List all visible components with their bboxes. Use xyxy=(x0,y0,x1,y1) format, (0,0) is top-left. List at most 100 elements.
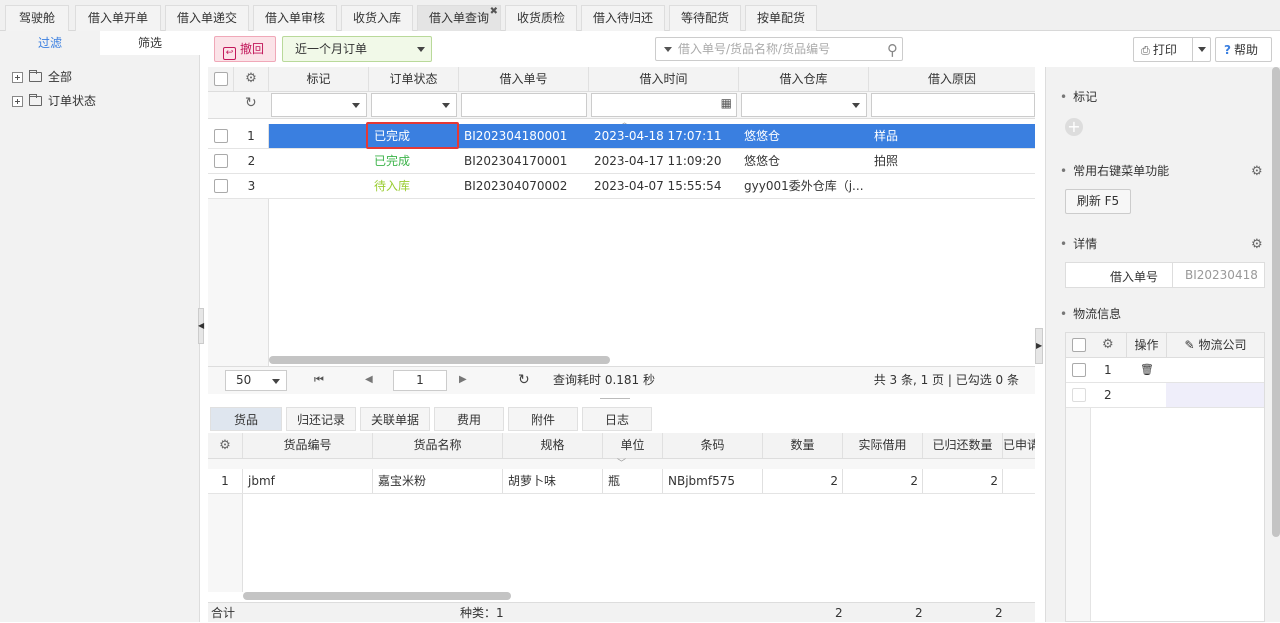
splitter-handle[interactable] xyxy=(600,393,630,399)
table-row[interactable]: 3 待入库 BI202304070002 2023-04-07 15:55:54… xyxy=(208,174,1035,199)
tab-borrow-review[interactable]: 借入单审核 xyxy=(253,5,337,31)
period-select[interactable]: 近一个月订单 xyxy=(282,36,432,62)
next-page-icon[interactable]: ▶ xyxy=(459,367,467,393)
column-header-actual[interactable]: 实际借用 xyxy=(843,433,923,458)
collapse-right-handle[interactable]: ▶ xyxy=(1035,328,1043,364)
row-checkbox[interactable] xyxy=(214,179,228,193)
tab-receive[interactable]: 收货入库 xyxy=(341,5,413,31)
expand-icon[interactable] xyxy=(12,71,23,83)
filter-order-no[interactable] xyxy=(461,93,587,117)
row-checkbox[interactable] xyxy=(214,154,228,168)
tab-screen[interactable]: 筛选 xyxy=(100,31,200,55)
tab-cockpit[interactable]: 驾驶舱 xyxy=(5,5,69,31)
reload-icon[interactable]: ↻ xyxy=(518,367,530,393)
column-header-code[interactable]: 货品编号 xyxy=(243,433,373,458)
help-button[interactable]: ? 帮助 xyxy=(1215,37,1272,62)
filter-panel: 过滤 筛选 全部 订单状态 xyxy=(0,31,200,622)
column-header-name[interactable]: 货品名称 xyxy=(373,433,503,458)
vertical-scrollbar[interactable] xyxy=(1272,67,1280,537)
page-input[interactable]: 1 xyxy=(393,370,447,391)
select-all-checkbox[interactable] xyxy=(213,72,228,86)
tab-filter[interactable]: 过滤 xyxy=(0,31,100,55)
detail-row[interactable]: 1 jbmf 嘉宝米粉 胡萝卜味 瓶 NBjbmf575 2 2 2 xyxy=(208,469,1035,494)
column-settings-gear-icon[interactable]: ⚙ xyxy=(1102,333,1114,357)
revoke-button[interactable]: ↩ 撤回 xyxy=(214,36,276,62)
add-mark-icon[interactable]: + xyxy=(1065,118,1083,136)
tab-related-docs[interactable]: 关联单据 xyxy=(360,407,430,431)
search-input[interactable]: 借入单号/货品名称/货品编号 ⚲ xyxy=(655,37,903,61)
tab-borrow-create[interactable]: 借入单开单 xyxy=(75,5,161,31)
collapse-left-handle[interactable]: ◀ xyxy=(198,308,204,344)
tab-return-records[interactable]: 归还记录 xyxy=(286,407,356,431)
page-size-select[interactable]: 50 xyxy=(225,370,287,391)
logistics-row[interactable]: 2 xyxy=(1066,383,1264,408)
column-header-barcode[interactable]: 条码 xyxy=(663,433,763,458)
column-header-time[interactable]: 借入时间 xyxy=(589,67,739,91)
filter-time[interactable]: ▦ xyxy=(591,93,737,117)
column-header-qty[interactable]: 数量 xyxy=(763,433,843,458)
tab-quality-check[interactable]: 收货质检 xyxy=(505,5,577,31)
tree-item-all[interactable]: 全部 xyxy=(12,67,72,87)
detail-field: 借入单号 BI20230418 xyxy=(1065,262,1265,288)
column-header-reason[interactable]: 借入原因 xyxy=(869,67,1035,91)
filter-mark[interactable] xyxy=(271,93,367,117)
row-checkbox[interactable] xyxy=(214,129,228,143)
tab-borrow-submit[interactable]: 借入单递交 xyxy=(165,5,249,31)
filter-warehouse[interactable] xyxy=(741,93,867,117)
column-settings-gear-icon[interactable]: ⚙ xyxy=(208,433,243,458)
column-header-order-no[interactable]: 借入单号 xyxy=(459,67,589,91)
close-icon[interactable]: ✖ xyxy=(490,0,498,24)
gear-icon[interactable]: ⚙ xyxy=(1251,238,1263,251)
search-icon[interactable]: ⚲ xyxy=(887,39,898,61)
tab-label: 借入单审核 xyxy=(264,11,325,25)
print-button[interactable]: ⎙ 打印 xyxy=(1133,37,1211,62)
expand-icon[interactable] xyxy=(12,95,23,107)
tab-log[interactable]: 日志 xyxy=(582,407,652,431)
column-header-op[interactable]: 操作 xyxy=(1126,333,1166,357)
select-all-checkbox[interactable] xyxy=(1072,338,1086,352)
tab-order-picking[interactable]: 按单配货 xyxy=(745,5,817,31)
row-checkbox[interactable] xyxy=(1072,388,1086,402)
refresh-button[interactable]: 刷新 F5 xyxy=(1065,189,1131,214)
index-column-bg xyxy=(208,199,269,366)
filter-status[interactable] xyxy=(371,93,457,117)
table-row[interactable]: 1 已完成 BI202304180001 2023-04-18 17:07:11… xyxy=(208,124,1035,149)
calendar-icon[interactable]: ▦ xyxy=(721,96,732,110)
tab-pending-return[interactable]: 借入待归还 xyxy=(581,5,665,31)
column-header-mark[interactable]: 标记 xyxy=(269,67,369,91)
column-header-company[interactable]: ✎ 物流公司 xyxy=(1166,333,1264,357)
detail-horizontal-scrollbar[interactable] xyxy=(243,592,511,600)
refresh-icon[interactable]: ↻ xyxy=(245,95,257,111)
filter-reason[interactable] xyxy=(871,93,1035,117)
tree-item-order-status[interactable]: 订单状态 xyxy=(12,91,96,111)
table-row[interactable]: 2 已完成 BI202304170001 2023-04-17 11:09:20… xyxy=(208,149,1035,174)
column-header-unit[interactable]: 单位 xyxy=(603,433,663,458)
name-cell: 嘉宝米粉 xyxy=(373,469,503,493)
tab-attachments[interactable]: 附件 xyxy=(508,407,578,431)
column-header-applied[interactable]: 已申请 xyxy=(1003,433,1035,458)
first-page-icon[interactable]: ⏮ xyxy=(314,367,324,393)
horizontal-scrollbar[interactable] xyxy=(269,356,610,364)
search-type-dropdown-icon[interactable] xyxy=(664,47,672,52)
column-settings-gear-icon[interactable]: ⚙ xyxy=(234,67,269,91)
column-header-status[interactable]: 订单状态 xyxy=(369,67,459,91)
select-all-cell xyxy=(208,67,234,91)
tab-fees[interactable]: 费用 xyxy=(434,407,504,431)
tab-goods[interactable]: 货品 xyxy=(210,407,282,431)
logistics-row[interactable]: 1 🗑 xyxy=(1066,358,1264,383)
row-checkbox[interactable] xyxy=(1072,363,1086,377)
trash-icon[interactable]: 🗑 xyxy=(1140,358,1154,382)
tab-await-picking[interactable]: 等待配货 xyxy=(669,5,741,31)
column-header-warehouse[interactable]: 借入仓库 xyxy=(739,67,869,91)
print-dropdown[interactable] xyxy=(1192,38,1210,61)
status-cell: 待入库 xyxy=(374,179,411,193)
unit-cell: 瓶 xyxy=(603,469,663,493)
column-header-returned[interactable]: 已归还数量 xyxy=(923,433,1003,458)
tab-borrow-query[interactable]: 借入单查询 ✖ xyxy=(417,5,501,31)
qty-cell: 2 xyxy=(763,469,843,493)
column-header-spec[interactable]: 规格 xyxy=(503,433,603,458)
company-edit-cell[interactable] xyxy=(1166,383,1264,407)
prev-page-icon[interactable]: ◀ xyxy=(365,367,373,393)
gear-icon[interactable]: ⚙ xyxy=(1251,165,1263,178)
detail-sidebar: 标记 + 常用右键菜单功能 ⚙ 刷新 F5 详情 ⚙ 借入单号 BI202304… xyxy=(1045,67,1280,622)
